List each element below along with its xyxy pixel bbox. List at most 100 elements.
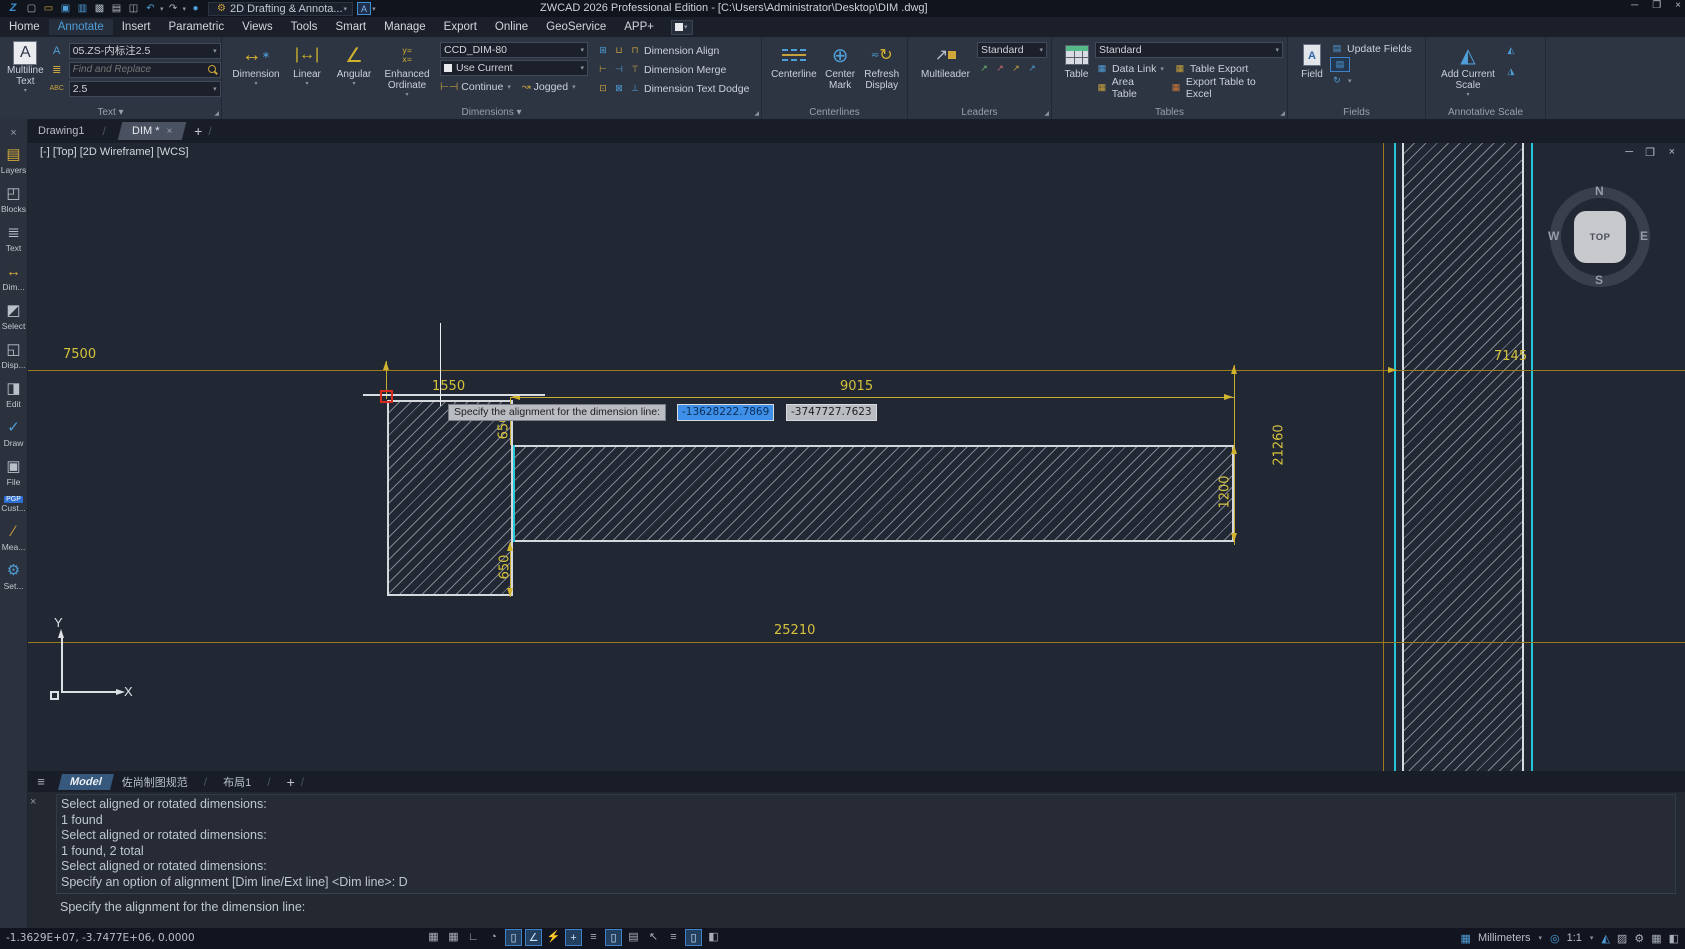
lock-caret-icon[interactable]: ▾: [372, 5, 376, 13]
dim-dodge-icon-2[interactable]: ⊠: [612, 82, 626, 95]
new-layout-button[interactable]: +: [287, 774, 295, 790]
workspace-switch-button[interactable]: ▨: [1617, 932, 1627, 945]
viewport-controls[interactable]: [-] [Top] [2D Wireframe] [WCS]: [40, 146, 189, 158]
tab-drawing1[interactable]: Drawing1: [26, 122, 96, 140]
undo-icon[interactable]: ↶: [143, 2, 158, 15]
panel-dimensions-label[interactable]: Dimensions ▾: [222, 107, 761, 118]
annotative-visibility-icon[interactable]: ◭: [1504, 44, 1518, 57]
dim-text-7500[interactable]: 7500: [63, 347, 96, 362]
hatched-beam[interactable]: [513, 445, 1234, 542]
grid-display-toggle[interactable]: ▦: [425, 929, 442, 946]
panel-text-expander-icon[interactable]: ◢: [214, 110, 219, 117]
dim-style-dropdown[interactable]: CCD_DIM-80▾: [440, 42, 588, 58]
units-selector[interactable]: Millimeters: [1478, 932, 1531, 944]
panel-text-label[interactable]: Text ▾: [0, 107, 221, 118]
tab-close-icon[interactable]: ×: [166, 126, 172, 137]
multileader-button[interactable]: ↗ Multileader: [915, 41, 976, 80]
scale-caret-icon[interactable]: ▾: [1590, 934, 1594, 942]
export-table-excel-button[interactable]: ▦Export Table to Excel: [1169, 76, 1283, 100]
tab-manage[interactable]: Manage: [375, 19, 435, 35]
leader-align-icon[interactable]: ↗: [1009, 62, 1023, 75]
tab-app-plus[interactable]: APP+: [615, 19, 663, 35]
table-button[interactable]: Table: [1059, 41, 1094, 80]
new-file-icon[interactable]: ▢: [24, 2, 39, 15]
hatched-wall-right[interactable]: [1402, 143, 1524, 771]
panel-leaders-label[interactable]: Leaders: [908, 107, 1051, 118]
search-icon[interactable]: [206, 64, 218, 76]
plot-icon[interactable]: ▤: [109, 2, 124, 15]
compass-north[interactable]: N: [1595, 184, 1604, 198]
layout-menu-icon[interactable]: ≡: [28, 774, 54, 789]
side-toolbar-close-icon[interactable]: ×: [0, 127, 27, 139]
sidebar-item-blocks[interactable]: ◰Blocks: [0, 184, 27, 214]
panel-leaders-expander-icon[interactable]: ◢: [1044, 110, 1049, 117]
quick-properties-toggle[interactable]: ▤: [625, 929, 642, 946]
add-current-scale-button[interactable]: ◭ Add Current Scale ▾: [1433, 41, 1503, 98]
enhanced-ordinate-button[interactable]: y=x= Enhanced Ordinate ▾: [379, 41, 435, 98]
undo-caret-icon[interactable]: ▾: [160, 5, 164, 13]
sidebar-item-customize[interactable]: PGPCust...: [0, 496, 27, 513]
osnap-toggle[interactable]: ▯: [505, 929, 522, 946]
dim-merge-icon-1[interactable]: ⊢: [596, 63, 610, 76]
maximize-button[interactable]: ❐: [1652, 0, 1661, 11]
sidebar-item-edit[interactable]: ◨Edit: [0, 379, 27, 409]
close-button[interactable]: ×: [1675, 0, 1681, 11]
viewport-restore-icon[interactable]: ❐: [1645, 146, 1655, 159]
field-refresh-button[interactable]: ↻▾: [1330, 74, 1412, 87]
dim-merge-icon-3[interactable]: ⊤: [628, 63, 642, 76]
dynamic-input-y[interactable]: -3747727.7623: [786, 404, 877, 421]
hardware-accel-toggle[interactable]: ▯: [685, 929, 702, 946]
sidebar-item-display[interactable]: ◱Disp...: [0, 340, 27, 370]
dim-merge-icon-2[interactable]: ⊣: [612, 63, 626, 76]
dim-text-25210[interactable]: 25210: [774, 623, 815, 638]
otrack-toggle[interactable]: ∠: [525, 929, 542, 946]
annotation-visibility-button[interactable]: ◭: [1601, 932, 1609, 945]
minimize-button[interactable]: ─: [1631, 0, 1638, 11]
tab-insert[interactable]: Insert: [113, 19, 160, 35]
polar-toggle[interactable]: ◔: [485, 929, 502, 946]
sidebar-item-dim[interactable]: ↔Dim...: [0, 262, 27, 292]
panel-tables-label[interactable]: Tables: [1052, 107, 1287, 118]
multiline-text-button[interactable]: A Multiline Text ▾: [7, 41, 44, 94]
table-export-button[interactable]: ▦Table Export: [1173, 62, 1248, 75]
status-settings-gear-icon[interactable]: ⚙: [1634, 932, 1644, 945]
dynamic-input-toggle[interactable]: +: [565, 929, 582, 946]
units-caret-icon[interactable]: ▾: [1539, 934, 1543, 942]
compass-west[interactable]: W: [1548, 229, 1559, 243]
field-button[interactable]: A Field: [1295, 41, 1329, 80]
tab-annotate[interactable]: Annotate: [49, 19, 113, 35]
hatched-column-left[interactable]: [387, 400, 513, 596]
angular-button[interactable]: ∠ Angular ▾: [331, 41, 377, 87]
tab-dim-active[interactable]: DIM *×: [118, 122, 187, 140]
area-table-button[interactable]: ▦Area Table: [1095, 76, 1161, 100]
linear-button[interactable]: |↔| Linear ▾: [285, 41, 329, 87]
command-prompt[interactable]: Specify the alignment for the dimension …: [60, 900, 305, 915]
field-display-toggle[interactable]: ▤: [1330, 57, 1350, 72]
save-as-icon[interactable]: ▥: [75, 2, 90, 15]
redo-caret-icon[interactable]: ▾: [183, 5, 187, 13]
dim-text-1200[interactable]: 1200: [1218, 475, 1233, 508]
data-link-button[interactable]: ▦Data Link▾: [1095, 62, 1165, 75]
tab-geoservice[interactable]: GeoService: [537, 19, 615, 35]
dim-text-650[interactable]: 650: [498, 555, 513, 580]
tab-tools[interactable]: Tools: [282, 19, 327, 35]
compass-east[interactable]: E: [1640, 229, 1648, 243]
workspace-switcher[interactable]: ⚙ 2D Drafting & Annota... ▾: [208, 2, 353, 16]
leader-style-dropdown[interactable]: Standard▾: [977, 42, 1047, 58]
annotative-autoscale-icon[interactable]: ◮: [1504, 65, 1518, 78]
ortho-toggle[interactable]: ∟: [465, 929, 482, 946]
text-style-dropdown[interactable]: 05.ZS-内标注2.5▾: [69, 43, 221, 59]
viewport-close-icon[interactable]: ×: [1669, 146, 1675, 158]
dim-align-icon-2[interactable]: ⊔: [612, 44, 626, 57]
tab-export[interactable]: Export: [435, 19, 486, 35]
redo-icon[interactable]: ↷: [166, 2, 181, 15]
centerline-button[interactable]: Centerline: [769, 41, 819, 80]
dim-layer-dropdown[interactable]: Use Current▾: [440, 60, 588, 76]
dim-jogged-button[interactable]: ↝Jogged▾: [522, 81, 577, 93]
sidebar-item-file[interactable]: ▣File: [0, 457, 27, 487]
isolate-button[interactable]: ▦: [1651, 932, 1661, 945]
dim-align-button[interactable]: Dimension Align: [644, 45, 719, 57]
new-tab-button[interactable]: +: [194, 123, 202, 139]
dim-dodge-button[interactable]: Dimension Text Dodge: [644, 83, 749, 95]
sidebar-item-draw[interactable]: ✓Draw: [0, 418, 27, 448]
